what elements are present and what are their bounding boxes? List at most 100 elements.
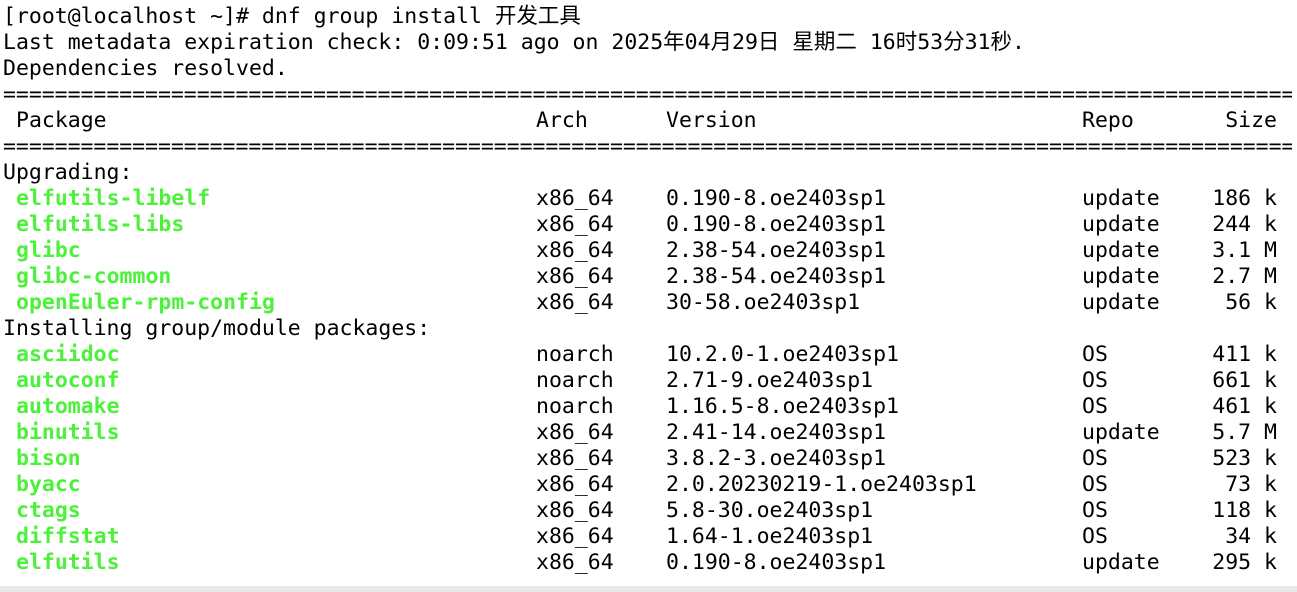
package-name: elfutils [16, 550, 120, 575]
package-size: 523 k [1212, 446, 1277, 471]
package-size: 186 k [1212, 186, 1277, 211]
package-version: 0.190-8.oe2403sp1 [666, 550, 887, 575]
package-size: 5.7 M [1212, 420, 1277, 445]
package-row: glibc x86_64 2.38-54.oe2403sp1 update 3.1 M [0, 238, 1297, 264]
package-size: 3.1 M [1212, 238, 1277, 263]
package-size: 244 k [1212, 212, 1277, 237]
package-repo: OS [1082, 524, 1108, 549]
package-name: elfutils-libs [16, 212, 185, 237]
package-row: bison x86_64 3.8.2-3.oe2403sp1 OS 523 k [0, 446, 1297, 472]
section-title-text: Upgrading: [3, 160, 133, 185]
section-title: Upgrading: [0, 160, 1297, 186]
package-row: elfutils-libs x86_64 0.190-8.oe2403sp1 upda… [0, 212, 1297, 238]
package-row: automake noarch 1.16.5-8.oe2403sp1 OS 461 k [0, 394, 1297, 420]
package-size: 661 k [1212, 368, 1277, 393]
package-row: glibc-common x86_64 2.38-54.oe2403sp1 updat… [0, 264, 1297, 290]
command-prompt-line: [root@localhost ~]# dnf group install 开发… [0, 4, 1297, 30]
header-version: Version [666, 108, 757, 133]
package-version: 1.16.5-8.oe2403sp1 [666, 394, 899, 419]
separator-bottom: ========================================… [3, 134, 1292, 159]
package-version: 0.190-8.oe2403sp1 [666, 186, 887, 211]
metadata-line: Last metadata expiration check: 0:09:51 … [0, 30, 1297, 56]
package-name: ctags [16, 498, 81, 523]
package-row: elfutils-libelf x86_64 0.190-8.oe2403sp1 up… [0, 186, 1297, 212]
header-arch: Arch [536, 108, 588, 133]
package-row: asciidoc noarch 10.2.0-1.oe2403sp1 OS 411 k [0, 342, 1297, 368]
package-version: 1.64-1.oe2403sp1 [666, 524, 874, 549]
package-arch: x86_64 [536, 524, 614, 549]
package-size: 73 k [1225, 472, 1277, 497]
package-name: binutils [16, 420, 120, 445]
package-arch: x86_64 [536, 290, 614, 315]
package-size: 34 k [1225, 524, 1277, 549]
package-arch: x86_64 [536, 420, 614, 445]
package-version: 2.71-9.oe2403sp1 [666, 368, 874, 393]
package-arch: x86_64 [536, 472, 614, 497]
command-prompt: [root@localhost ~]# dnf group install 开发… [3, 4, 581, 29]
package-row: autoconf noarch 2.71-9.oe2403sp1 OS 661 k [0, 368, 1297, 394]
package-repo: OS [1082, 472, 1108, 497]
package-arch: noarch [536, 342, 614, 367]
package-repo: update [1082, 238, 1160, 263]
package-repo: update [1082, 420, 1160, 445]
package-repo: update [1082, 186, 1160, 211]
package-name: bison [16, 446, 81, 471]
package-version: 2.38-54.oe2403sp1 [666, 238, 887, 263]
package-size: 2.7 M [1212, 264, 1277, 289]
package-repo: OS [1082, 394, 1108, 419]
package-repo: update [1082, 550, 1160, 575]
package-size: 295 k [1212, 550, 1277, 575]
horizontal-scrollbar[interactable] [0, 586, 1297, 592]
package-size: 461 k [1212, 394, 1277, 419]
package-repo: OS [1082, 498, 1108, 523]
package-version: 5.8-30.oe2403sp1 [666, 498, 874, 523]
package-repo: update [1082, 212, 1160, 237]
package-repo: update [1082, 290, 1160, 315]
dependencies-line: Dependencies resolved. [0, 56, 1297, 82]
header-size: Size [1225, 108, 1277, 133]
package-name: diffstat [16, 524, 120, 549]
package-name: asciidoc [16, 342, 120, 367]
package-version: 30-58.oe2403sp1 [666, 290, 861, 315]
package-repo: update [1082, 264, 1160, 289]
package-arch: x86_64 [536, 498, 614, 523]
package-name: openEuler-rpm-config [16, 290, 275, 315]
package-row: ctags x86_64 5.8-30.oe2403sp1 OS 118 k [0, 498, 1297, 524]
package-arch: x86_64 [536, 186, 614, 211]
package-size: 118 k [1212, 498, 1277, 523]
package-name: elfutils-libelf [16, 186, 211, 211]
package-arch: x86_64 [536, 264, 614, 289]
metadata-text: Last metadata expiration check: 0:09:51 … [3, 30, 1025, 55]
package-size: 411 k [1212, 342, 1277, 367]
terminal-window[interactable]: [root@localhost ~]# dnf group install 开发… [0, 0, 1297, 586]
package-arch: x86_64 [536, 446, 614, 471]
package-version: 0.190-8.oe2403sp1 [666, 212, 887, 237]
package-version: 2.0.20230219-1.oe2403sp1 [666, 472, 977, 497]
package-row: elfutils x86_64 0.190-8.oe2403sp1 update 295… [0, 550, 1297, 576]
package-row: binutils x86_64 2.41-14.oe2403sp1 update 5.7… [0, 420, 1297, 446]
package-arch: noarch [536, 394, 614, 419]
package-repo: OS [1082, 446, 1108, 471]
package-repo: OS [1082, 342, 1108, 367]
package-name: glibc-common [16, 264, 172, 289]
package-row: openEuler-rpm-config x86_64 30-58.oe2403sp… [0, 290, 1297, 316]
package-name: byacc [16, 472, 81, 497]
package-arch: x86_64 [536, 238, 614, 263]
package-version: 2.41-14.oe2403sp1 [666, 420, 887, 445]
package-size: 56 k [1225, 290, 1277, 315]
package-name: autoconf [16, 368, 120, 393]
package-name: glibc [16, 238, 81, 263]
package-row: diffstat x86_64 1.64-1.oe2403sp1 OS 34 k [0, 524, 1297, 550]
package-version: 2.38-54.oe2403sp1 [666, 264, 887, 289]
package-row: byacc x86_64 2.0.20230219-1.oe2403sp1 OS 73 … [0, 472, 1297, 498]
dependencies-text: Dependencies resolved. [3, 56, 288, 81]
package-repo: OS [1082, 368, 1108, 393]
section-title-text: Installing group/module packages: [3, 316, 431, 341]
package-arch: x86_64 [536, 212, 614, 237]
section-title: Installing group/module packages: [0, 316, 1297, 342]
package-arch: noarch [536, 368, 614, 393]
header-package: Package [16, 108, 107, 133]
package-version: 3.8.2-3.oe2403sp1 [666, 446, 887, 471]
table-header: Package Arch Version Repo Size [0, 108, 1297, 134]
separator-top: ========================================… [3, 82, 1292, 107]
